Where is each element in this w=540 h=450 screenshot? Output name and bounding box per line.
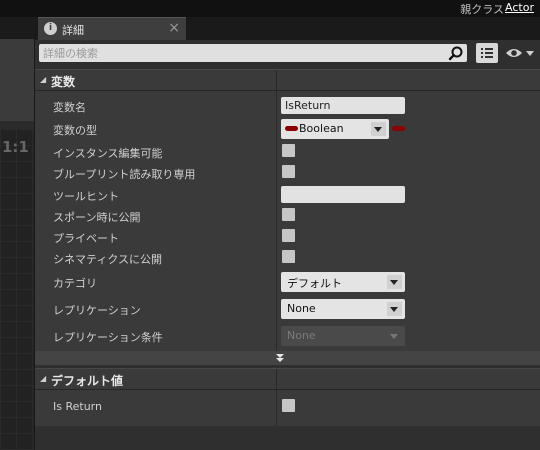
property-label: スポーン時に公開 xyxy=(53,211,141,224)
row-private: プライベート xyxy=(35,226,540,247)
row-expose-on-spawn: スポーン時に公開 xyxy=(35,205,540,226)
expose-on-spawn-checkbox[interactable] xyxy=(282,208,295,221)
property-label: カテゴリ xyxy=(53,277,97,290)
row-tooltip: ツールヒント xyxy=(35,184,540,205)
chevron-down-icon xyxy=(387,275,402,289)
variable-type-dropdown[interactable]: Boolean xyxy=(281,119,389,139)
row-variable-name: 変数名 IsReturn xyxy=(35,95,540,116)
property-label: Is Return xyxy=(53,400,102,413)
dropdown-value: None xyxy=(287,302,316,315)
collapse-arrow-icon: ◢ xyxy=(40,374,47,383)
category-variable[interactable]: ◢ 変数 xyxy=(35,69,540,91)
row-replication-condition: レプリケーション条件 None xyxy=(35,325,540,346)
property-label: ブループリント読み取り専用 xyxy=(53,168,196,181)
category-default-value[interactable]: ◢ デフォルト値 xyxy=(35,368,540,390)
list-view-button[interactable] xyxy=(476,43,498,63)
column-divider xyxy=(276,70,277,91)
replication-dropdown[interactable]: None xyxy=(281,299,405,319)
chevron-down-icon xyxy=(371,122,386,136)
blueprint-readonly-checkbox[interactable] xyxy=(282,165,295,178)
property-label: 変数名 xyxy=(53,101,86,114)
collapse-arrow-icon: ◢ xyxy=(40,75,47,84)
panel-empty-area xyxy=(35,426,540,450)
list-view-icon xyxy=(481,48,493,58)
advanced-expander[interactable] xyxy=(35,351,540,365)
variable-rows: 変数名 IsReturn 変数の型 Boolean インスタンス編集可能 ブルー… xyxy=(35,91,540,351)
graph-editor-strip: 1:1 xyxy=(0,17,34,450)
category-title: 変数 xyxy=(51,75,76,89)
property-label: シネマティクスに公開 xyxy=(53,253,163,266)
details-panel: ◢ 変数 変数名 IsReturn 変数の型 Boolean インスタンス編集可… xyxy=(35,40,540,450)
title-bar: 親クラス Actor xyxy=(0,0,540,17)
is-return-checkbox[interactable] xyxy=(282,399,295,412)
chevron-down-icon xyxy=(387,329,402,343)
row-variable-type: 変数の型 Boolean xyxy=(35,118,540,139)
expand-advanced-icon xyxy=(276,354,284,362)
zoom-ratio: 1:1 xyxy=(2,138,29,156)
graph-canvas[interactable] xyxy=(0,129,34,450)
dropdown-value: デフォルト xyxy=(287,277,342,290)
chevron-down-icon xyxy=(387,302,402,316)
property-label: インスタンス編集可能 xyxy=(53,147,163,160)
tab-title: 詳細 xyxy=(62,24,84,37)
dropdown-value: None xyxy=(287,329,316,342)
row-instance-editable: インスタンス編集可能 xyxy=(35,141,540,162)
info-icon: i xyxy=(44,22,57,35)
default-value-rows: Is Return xyxy=(35,390,540,426)
replication-condition-dropdown: None xyxy=(281,326,405,346)
graph-tab-area xyxy=(0,17,34,39)
tab-details[interactable]: i 詳細 × xyxy=(38,17,186,40)
row-replication: レプリケーション None xyxy=(35,298,540,319)
column-divider xyxy=(276,369,277,390)
property-label: 変数の型 xyxy=(53,124,97,137)
search-box xyxy=(39,44,467,62)
search-row xyxy=(35,40,540,66)
property-label: プライベート xyxy=(53,232,119,245)
eye-icon xyxy=(506,49,534,57)
graph-toolbar xyxy=(0,39,34,121)
tooltip-field[interactable] xyxy=(281,186,405,203)
expose-cinematics-checkbox[interactable] xyxy=(282,250,295,263)
instance-editable-checkbox[interactable] xyxy=(282,144,295,157)
search-input[interactable] xyxy=(43,44,443,62)
variable-name-field[interactable]: IsReturn xyxy=(281,97,405,114)
row-expose-cinematics: シネマティクスに公開 xyxy=(35,247,540,268)
search-icon[interactable] xyxy=(448,45,464,61)
container-type-pin-icon[interactable] xyxy=(392,126,405,131)
private-checkbox[interactable] xyxy=(282,229,295,242)
property-label: ツールヒント xyxy=(53,190,119,203)
parent-class-label: 親クラス xyxy=(460,3,504,16)
category-dropdown[interactable]: デフォルト xyxy=(281,272,405,292)
row-blueprint-readonly: ブループリント読み取り専用 xyxy=(35,162,540,183)
parent-class-link[interactable]: Actor xyxy=(505,1,534,14)
property-label: レプリケーション条件 xyxy=(53,331,163,344)
category-title: デフォルト値 xyxy=(51,374,124,388)
property-label: レプリケーション xyxy=(53,304,141,317)
view-options-button[interactable] xyxy=(504,44,536,62)
row-category: カテゴリ デフォルト xyxy=(35,271,540,292)
dropdown-value: Boolean xyxy=(299,122,344,135)
close-icon[interactable]: × xyxy=(168,20,180,36)
row-is-return: Is Return xyxy=(35,396,540,417)
boolean-pin-icon xyxy=(285,126,298,131)
